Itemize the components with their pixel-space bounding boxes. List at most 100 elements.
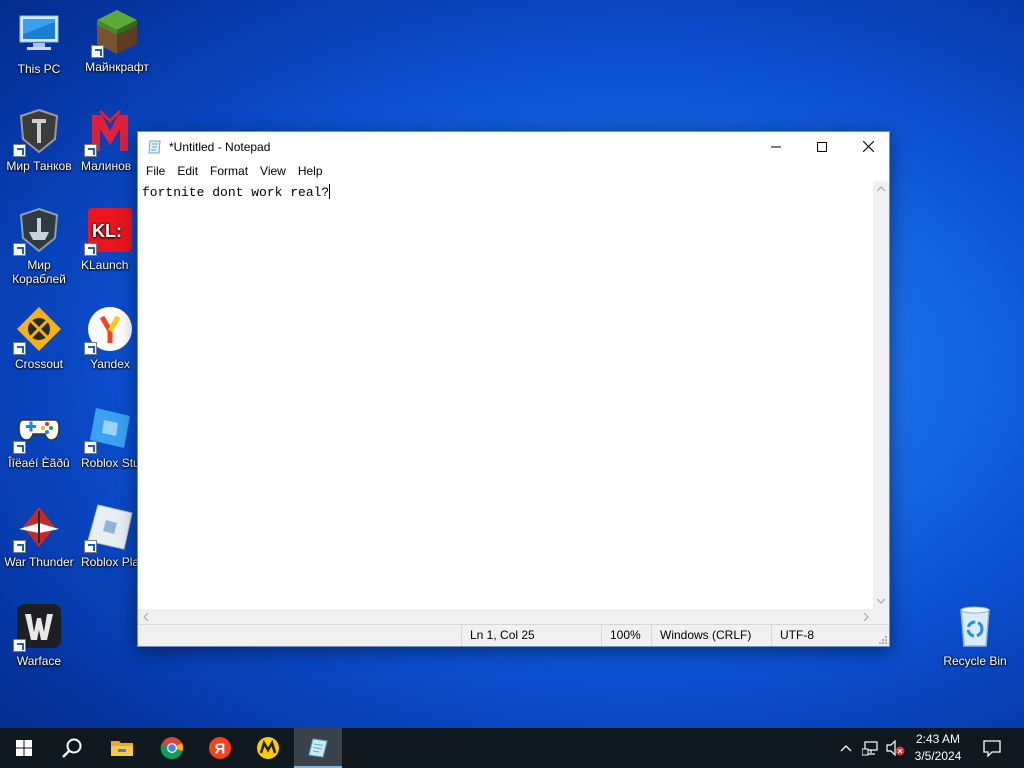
- clock-time: 2:43 AM: [915, 732, 961, 746]
- windows-logo-icon: [16, 740, 32, 756]
- network-button[interactable]: [860, 728, 882, 768]
- yandex-icon: Я: [209, 737, 231, 759]
- scroll-right-arrow-icon: [863, 613, 869, 621]
- shortcut-arrow-icon: [13, 243, 26, 256]
- close-button[interactable]: [845, 132, 891, 161]
- search-icon: [62, 738, 82, 758]
- desktop-icon-label: Мир Танков: [6, 159, 72, 173]
- scroll-left-arrow-icon: [143, 613, 149, 621]
- clock-date: 3/5/2024: [914, 749, 962, 763]
- menu-file[interactable]: File: [140, 164, 171, 178]
- desktop-icon-klauncher[interactable]: KL: KLaunch: [81, 206, 139, 272]
- chevron-up-icon: [840, 745, 852, 752]
- shortcut-arrow-icon: [13, 144, 26, 157]
- status-zoom: 100%: [601, 625, 651, 646]
- menu-edit[interactable]: Edit: [171, 164, 204, 178]
- search-button[interactable]: [48, 728, 96, 768]
- desktop-icon-mir-korabley[interactable]: Мир Кораблей: [3, 206, 75, 286]
- notepad-icon: [148, 140, 161, 153]
- taskbar: Я 2:43 AM 3/5/2024: [0, 728, 1024, 768]
- scroll-up-arrow-icon: [877, 186, 885, 192]
- speaker-muted-icon: [886, 740, 905, 756]
- desktop-icon-crossout[interactable]: Crossout: [3, 305, 75, 371]
- status-line-ending: Windows (CRLF): [651, 625, 771, 646]
- minimize-icon: [771, 146, 781, 147]
- shortcut-arrow-icon: [13, 342, 26, 355]
- shortcut-arrow-icon: [13, 639, 26, 652]
- desktop-icon-label: Майнкрафт: [85, 60, 149, 74]
- desktop-icon-label: Îîëaéí Èãðû: [8, 456, 70, 470]
- computer-icon: [19, 15, 59, 50]
- shortcut-arrow-icon: [84, 441, 97, 454]
- desktop-icon-minecraft[interactable]: Майнкрафт: [81, 8, 153, 74]
- shortcut-arrow-icon: [84, 540, 97, 553]
- desktop-icon-yandex[interactable]: Yandex: [81, 305, 139, 371]
- taskbar-yandex[interactable]: Я: [196, 728, 244, 768]
- notepad-window[interactable]: *Untitled - Notepad File Edit Format Vie…: [137, 131, 890, 647]
- text-editor[interactable]: fortnite dont work real?: [138, 181, 874, 609]
- desktop-icon-label: Crossout: [14, 357, 64, 371]
- action-center-icon: [983, 740, 1001, 757]
- status-encoding: UTF-8: [771, 625, 874, 646]
- notifications-button[interactable]: [978, 728, 1006, 768]
- shortcut-arrow-icon: [91, 45, 104, 58]
- shortcut-arrow-icon: [84, 144, 97, 157]
- menu-help[interactable]: Help: [292, 164, 329, 178]
- yandex-market-icon: [257, 737, 279, 759]
- shortcut-arrow-icon: [84, 342, 97, 355]
- desktop-icon-label: KLaunch: [81, 258, 129, 272]
- desktop-icon-recycle-bin[interactable]: Recycle Bin: [939, 602, 1011, 668]
- shortcut-arrow-icon: [13, 540, 26, 553]
- taskbar-notepad[interactable]: [294, 728, 342, 768]
- svg-text:Я: Я: [215, 741, 226, 758]
- svg-text:KL:: KL:: [92, 221, 122, 241]
- desktop-icon-label: Roblox Pla: [81, 555, 139, 569]
- desktop-icon-label: This PC: [17, 62, 61, 76]
- desktop-icon-label: Yandex: [90, 357, 130, 371]
- scroll-down-arrow-icon: [877, 598, 885, 604]
- desktop-icon-war-thunder[interactable]: War Thunder: [3, 503, 75, 569]
- vertical-scrollbar[interactable]: [873, 181, 889, 609]
- volume-button[interactable]: [884, 728, 906, 768]
- desktop-icon-online-games[interactable]: Îîëaéí Èãðû: [3, 404, 75, 470]
- desktop-icon-label: Мир Кораблей: [12, 258, 66, 286]
- horizontal-scrollbar[interactable]: [138, 609, 874, 625]
- desktop-icon-label: Recycle Bin: [943, 654, 1007, 668]
- desktop-icon-mir-tankov[interactable]: Мир Танков: [3, 107, 75, 173]
- desktop-icon-label: Малинов: [81, 159, 132, 173]
- system-clock[interactable]: 2:43 AM 3/5/2024: [905, 731, 971, 765]
- title-bar[interactable]: *Untitled - Notepad: [138, 132, 889, 161]
- maximize-button[interactable]: [799, 132, 845, 161]
- shortcut-arrow-icon: [13, 441, 26, 454]
- scrollbar-corner: [873, 609, 889, 625]
- desktop-icon-label: Roblox Stu: [81, 456, 139, 470]
- window-title: *Untitled - Notepad: [169, 139, 271, 154]
- show-hidden-icons-button[interactable]: [836, 728, 856, 768]
- network-disconnected-icon: [862, 741, 878, 756]
- shortcut-arrow-icon: [84, 243, 97, 256]
- desktop-icon-malinovka[interactable]: Малинов: [81, 107, 139, 173]
- editor-content: fortnite dont work real?: [142, 185, 330, 200]
- menu-view[interactable]: View: [254, 164, 292, 178]
- minimize-button[interactable]: [753, 132, 799, 161]
- recycle-bin-icon: [960, 606, 990, 647]
- close-icon: [862, 141, 874, 152]
- chrome-icon: [160, 737, 184, 760]
- menu-bar: File Edit Format View Help: [138, 161, 889, 181]
- resize-grip-icon[interactable]: [877, 634, 887, 644]
- taskbar-yandex-market[interactable]: [244, 728, 292, 768]
- status-bar: Ln 1, Col 25 100% Windows (CRLF) UTF-8: [138, 624, 889, 646]
- desktop-icon-this-pc[interactable]: This PC: [3, 10, 75, 76]
- desktop-icon-label: Warface: [16, 654, 62, 668]
- notepad-icon: [308, 738, 328, 758]
- desktop-icon-roblox-player[interactable]: Roblox Pla: [81, 503, 139, 569]
- taskbar-chrome[interactable]: [148, 728, 196, 768]
- folder-icon: [111, 741, 133, 756]
- taskbar-file-explorer[interactable]: [98, 728, 146, 768]
- desktop-icon-roblox-studio[interactable]: Roblox Stu: [81, 404, 139, 470]
- text-caret: [329, 184, 331, 199]
- status-position: Ln 1, Col 25: [461, 625, 601, 646]
- menu-format[interactable]: Format: [204, 164, 254, 178]
- desktop-icon-warface[interactable]: Warface: [3, 602, 75, 668]
- start-button[interactable]: [0, 728, 48, 768]
